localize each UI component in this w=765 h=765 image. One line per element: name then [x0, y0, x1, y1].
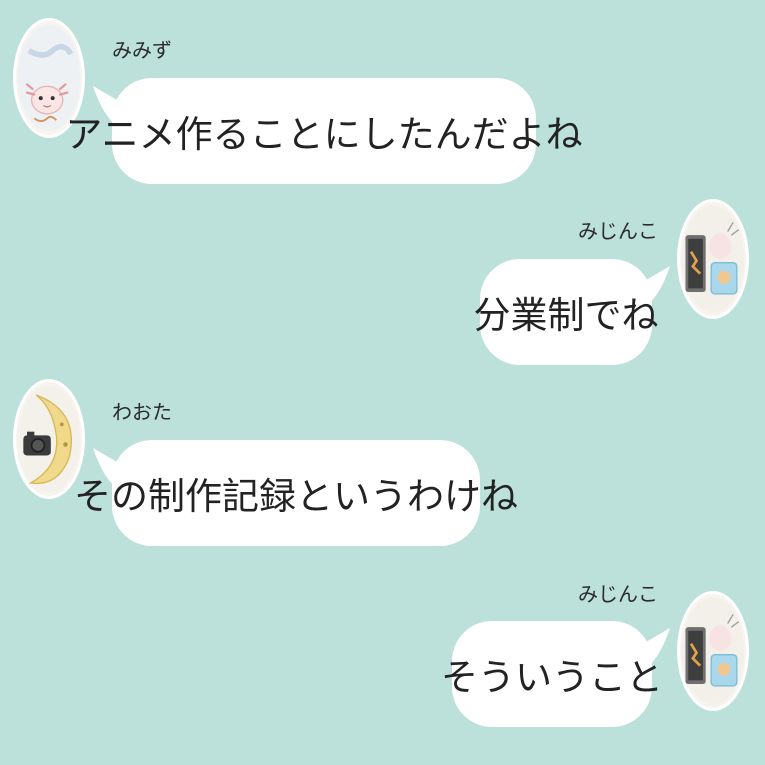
- drawing-tablet-avatar[interactable]: [677, 591, 749, 711]
- message-text: その制作記録というわけね: [74, 475, 518, 518]
- sender-name: みじんこ: [578, 219, 658, 243]
- moon-camera-icon: [17, 385, 81, 493]
- drawing-tablet-icon: [681, 597, 745, 705]
- message-bubble: 分業制でね: [474, 259, 659, 365]
- message-bubble: アニメ作ることにしたんだよね: [65, 78, 583, 184]
- message-text: 分業制でね: [473, 294, 659, 337]
- drawing-tablet-avatar[interactable]: [677, 199, 749, 319]
- message-text: そういうこと: [441, 656, 663, 699]
- sender-name: みじんこ: [578, 582, 658, 606]
- drawing-tablet-icon: [681, 205, 745, 313]
- message-text: アニメ作ることにしたんだよね: [65, 113, 583, 156]
- message-bubble: その制作記録というわけね: [74, 440, 518, 546]
- sender-name: みみず: [112, 38, 172, 62]
- message-bubble: そういうこと: [441, 621, 663, 727]
- chat-thread: みみず アニメ作ることにしたんだよね みじんこ 分業制でね わおた その制作記録…: [0, 0, 765, 765]
- sender-name: わおた: [112, 400, 172, 424]
